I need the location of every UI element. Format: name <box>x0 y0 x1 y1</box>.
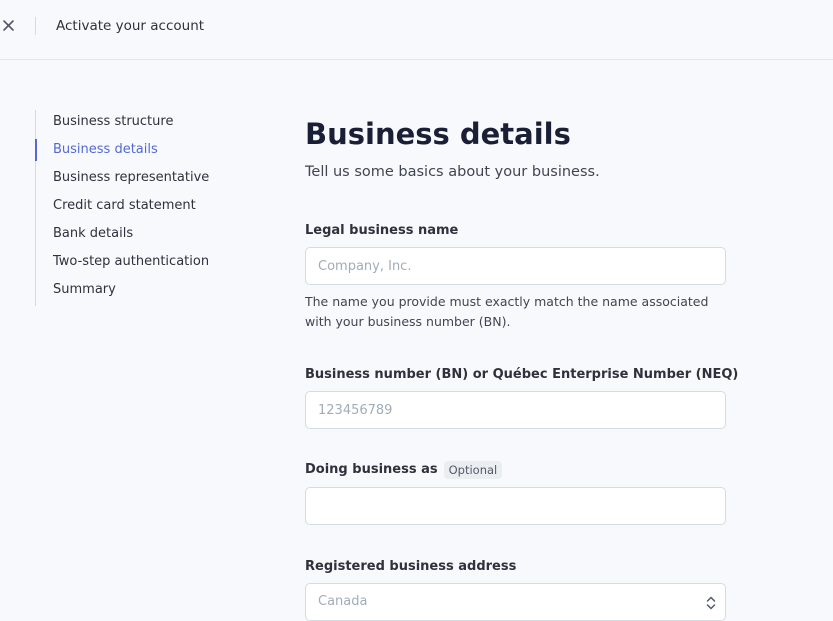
nav-item-summary[interactable]: Summary <box>36 278 265 306</box>
top-bar: Activate your account <box>0 0 833 60</box>
optional-badge: Optional <box>443 461 503 479</box>
doing-business-as-label-row: Doing business as Optional <box>305 461 503 479</box>
country-select[interactable]: Canada <box>305 583 726 621</box>
nav-item-business-representative[interactable]: Business representative <box>36 166 265 194</box>
doing-business-as-input[interactable] <box>305 487 726 525</box>
topbar-divider <box>35 17 36 35</box>
business-number-input[interactable] <box>305 391 726 429</box>
legal-business-name-input[interactable] <box>305 247 726 285</box>
legal-business-name-label: Legal business name <box>305 223 459 238</box>
doing-business-as-label: Doing business as <box>305 462 438 477</box>
nav-item-bank-details[interactable]: Bank details <box>36 222 265 250</box>
nav-item-business-details[interactable]: Business details <box>35 138 265 166</box>
nav-item-credit-card-statement[interactable]: Credit card statement <box>36 194 265 222</box>
country-select-value: Canada <box>318 594 368 609</box>
page-header-title: Activate your account <box>56 18 205 34</box>
step-navigation: Business structure Business details Busi… <box>35 110 265 306</box>
registered-address-label: Registered business address <box>305 559 517 574</box>
nav-item-two-step-authentication[interactable]: Two-step authentication <box>36 250 265 278</box>
close-button[interactable] <box>0 16 18 36</box>
chevron-up-down-icon <box>706 596 716 610</box>
business-number-label: Business number (BN) or Québec Enterpris… <box>305 367 739 382</box>
nav-item-business-structure[interactable]: Business structure <box>36 110 265 138</box>
page-subtitle: Tell us some basics about your business. <box>305 164 600 180</box>
page-title: Business details <box>305 117 571 151</box>
legal-business-name-help: The name you provide must exactly match … <box>305 294 709 329</box>
close-icon[interactable] <box>0 16 18 36</box>
